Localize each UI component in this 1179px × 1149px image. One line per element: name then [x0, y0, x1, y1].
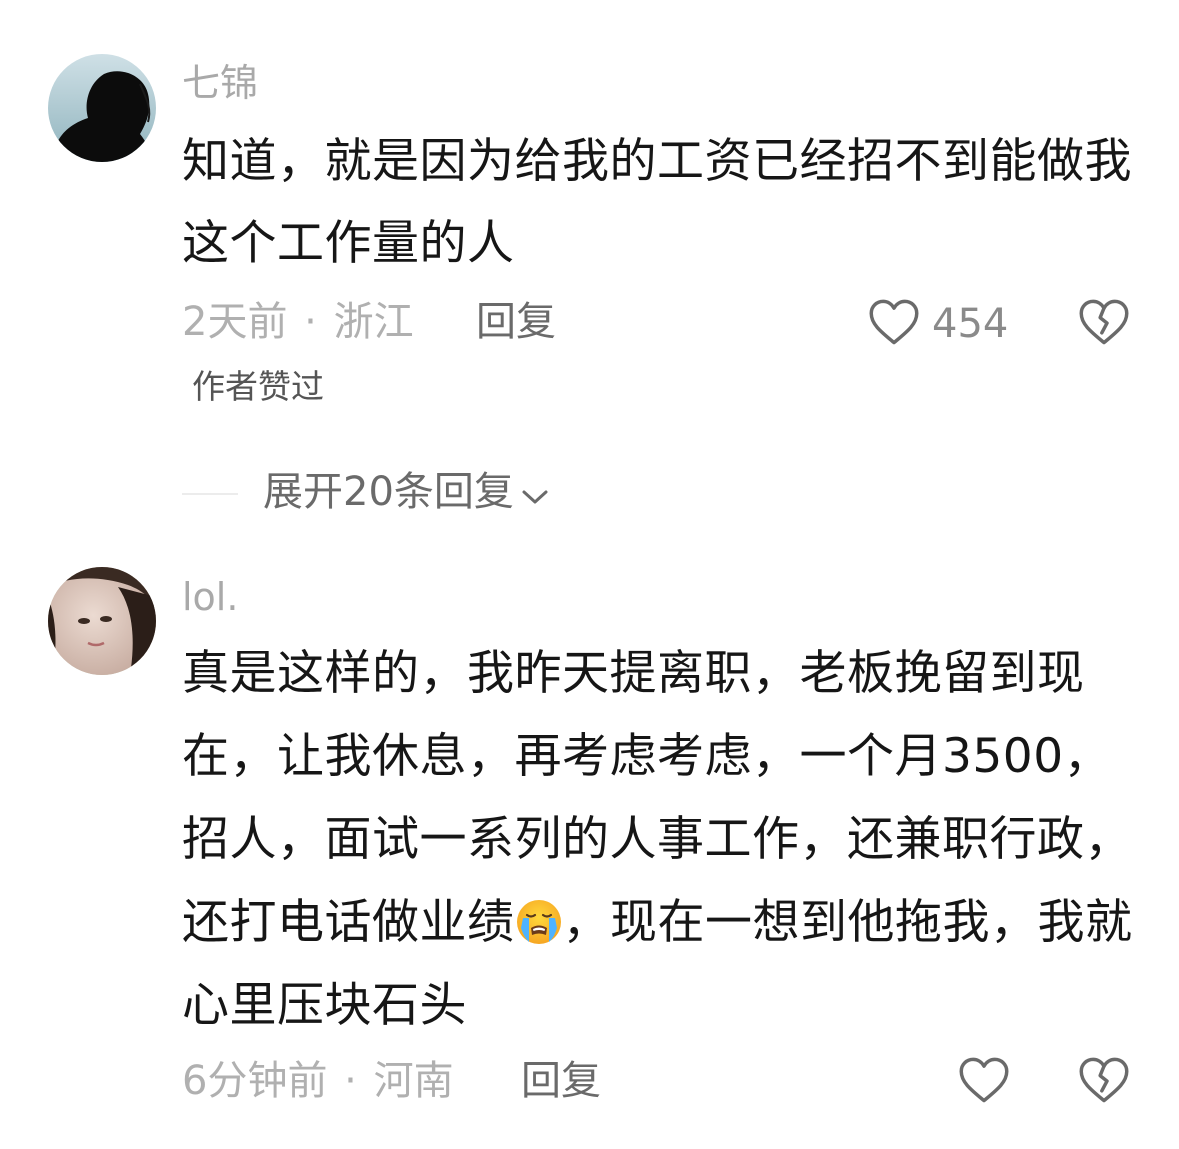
meta-separator: ·	[304, 299, 317, 345]
comment-meta: 2天前 · 浙江	[182, 302, 414, 342]
comment-text: 知道，就是因为给我的工资已经招不到能做我这个工作量的人	[182, 134, 1132, 271]
broken-heart-icon	[1079, 1057, 1129, 1103]
dislike-button[interactable]	[1078, 298, 1130, 350]
expand-divider	[182, 493, 238, 495]
like-count: 454	[932, 301, 1009, 347]
broken-heart-icon	[1079, 299, 1129, 345]
timestamp: 2天前	[182, 299, 288, 345]
heart-outline-icon	[869, 299, 919, 345]
timestamp: 6分钟前	[182, 1058, 328, 1104]
avatar-image	[48, 567, 156, 675]
comment-text: 真是这样的，我昨天提离职，老板挽留到现在，让我休息，再考虑考虑，一个月3500，…	[182, 632, 1142, 1047]
like-button[interactable]	[958, 1056, 1010, 1108]
location: 河南	[373, 1058, 454, 1104]
like-button[interactable]	[868, 298, 920, 350]
author-liked-badge: 作者赞过	[192, 367, 324, 406]
avatar[interactable]	[48, 54, 156, 162]
dislike-button[interactable]	[1078, 1056, 1130, 1108]
username[interactable]: 七锦	[182, 64, 258, 102]
location: 浙江	[333, 299, 414, 345]
expand-replies-label: 展开20条回复	[263, 469, 514, 515]
reply-button[interactable]: 回复	[521, 1061, 601, 1101]
meta-separator: ·	[344, 1058, 357, 1104]
loudly-crying-face-icon	[515, 889, 563, 944]
reply-button[interactable]: 回复	[476, 302, 556, 342]
expand-replies-button[interactable]: 展开20条回复	[263, 472, 550, 514]
comment-meta: 6分钟前 · 河南	[182, 1061, 454, 1101]
chevron-down-icon	[520, 474, 550, 514]
username[interactable]: lol.	[182, 578, 238, 616]
avatar-image	[48, 54, 156, 162]
avatar[interactable]	[48, 567, 156, 675]
heart-outline-icon	[959, 1057, 1009, 1103]
